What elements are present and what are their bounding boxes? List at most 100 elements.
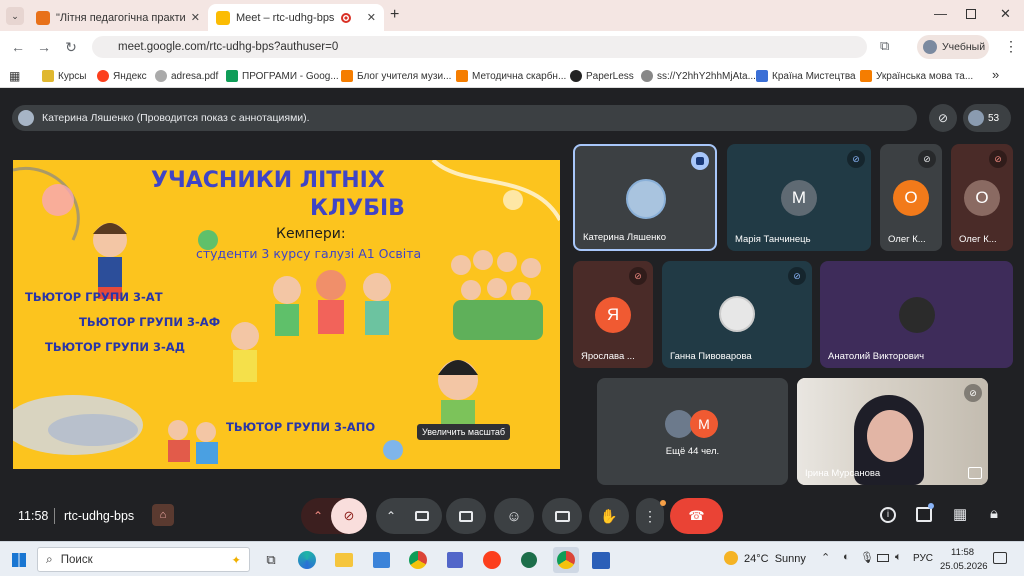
bookmark-item[interactable]: Яндекс bbox=[97, 68, 147, 84]
notifications-icon[interactable] bbox=[993, 552, 1007, 564]
bookmark-item[interactable]: ss://Y2hhY2hhMjAta... bbox=[641, 68, 756, 84]
camera-toggle-button[interactable] bbox=[404, 498, 440, 534]
participant-tile-anatolii[interactable]: Анатолий Викторович bbox=[820, 261, 1013, 368]
meet-stage: Катерина Ляшенко (Проводится показ с анн… bbox=[0, 89, 1024, 540]
menu-icon[interactable]: ⋮ bbox=[1004, 38, 1018, 55]
search-highlight-icon: ✦ bbox=[231, 554, 241, 567]
bookmark-item[interactable]: ПРОГРАМИ - Goog... bbox=[226, 68, 339, 84]
host-controls-icon[interactable]: ⌂ bbox=[152, 504, 174, 526]
save-app-icon[interactable] bbox=[444, 549, 466, 571]
participant-name: Ярослава ... bbox=[581, 351, 635, 362]
microphone-icon[interactable]: 🎙︎ bbox=[860, 551, 874, 564]
mic-off-icon: ⊘ bbox=[788, 267, 806, 285]
taskbar-search[interactable]: ⌕ Поиск ✦ bbox=[37, 547, 250, 572]
globe-icon bbox=[641, 70, 653, 82]
clock-time[interactable]: 11:58 bbox=[951, 547, 974, 558]
notification-dot bbox=[928, 503, 934, 509]
edge-icon[interactable] bbox=[296, 549, 318, 571]
bookmark-item[interactable]: Країна Мистецтва bbox=[756, 68, 856, 84]
chat-icon[interactable] bbox=[916, 507, 932, 522]
blogger-icon bbox=[341, 70, 353, 82]
activities-icon[interactable]: ▦ bbox=[953, 505, 967, 523]
network-icon[interactable]: ◐ bbox=[843, 551, 850, 563]
mic-off-icon: ⊘ bbox=[989, 150, 1007, 168]
close-icon[interactable]: ✕ bbox=[191, 11, 200, 24]
participant-tile-iryna[interactable]: ⊘ Ірина Мурсанова bbox=[797, 378, 988, 485]
people-icon bbox=[968, 110, 984, 126]
avatar bbox=[923, 40, 937, 54]
info-icon[interactable]: i bbox=[880, 507, 896, 523]
avatar bbox=[719, 296, 755, 332]
back-icon[interactable]: ← bbox=[10, 39, 26, 55]
volume-icon[interactable]: 🔈︎ bbox=[895, 551, 902, 564]
tab-bar: ⌄ "Літня педагогічна практика 2 ✕ Meet –… bbox=[0, 0, 1024, 31]
participant-tile-hanna[interactable]: ⊘ Ганна Пивоварова bbox=[662, 261, 812, 368]
mic-off-icon: ⊘ bbox=[629, 267, 647, 285]
bookmark-item[interactable]: Українська мова та... bbox=[860, 68, 973, 84]
bookmark-item[interactable]: Курсы bbox=[42, 68, 86, 84]
presenter-bar[interactable]: Катерина Ляшенко (Проводится показ с анн… bbox=[12, 105, 917, 131]
participant-tile-yaroslava[interactable]: Я ⊘ Ярослава ... bbox=[573, 261, 653, 368]
participant-name: Олег К... bbox=[888, 234, 926, 245]
apps-icon[interactable]: ▦ bbox=[9, 69, 20, 83]
close-icon[interactable]: ✕ bbox=[367, 11, 376, 24]
raise-hand-button[interactable]: ✋ bbox=[589, 498, 629, 534]
participant-tile-oleh-1[interactable]: О ⊘ Олег К... bbox=[880, 144, 942, 251]
search-icon: ⌕ bbox=[46, 552, 53, 566]
presenter-text: Катерина Ляшенко (Проводится показ с анн… bbox=[42, 112, 310, 124]
windows-start-icon[interactable] bbox=[8, 549, 30, 571]
hide-annotations-button[interactable]: ⊘ bbox=[929, 104, 957, 132]
globe-icon bbox=[155, 70, 167, 82]
slide-tutor-3apo: ТЬЮТОР ГРУПИ 3-АПО bbox=[226, 420, 376, 434]
participants-button[interactable]: 53 bbox=[963, 104, 1011, 132]
tab-meet[interactable]: Meet – rtc-udhg-bps ✕ bbox=[208, 4, 384, 31]
more-bookmarks-icon[interactable]: » bbox=[992, 67, 999, 82]
address-bar[interactable]: meet.google.com/rtc-udhg-bps?authuser=0 bbox=[92, 36, 867, 58]
language-indicator[interactable]: РУС bbox=[913, 553, 933, 564]
bookmark-item[interactable]: adresa.pdf bbox=[155, 68, 218, 84]
captions-button[interactable] bbox=[542, 498, 582, 534]
reactions-button[interactable]: ☺ bbox=[494, 498, 534, 534]
host-lock-icon[interactable]: 🔒︎ bbox=[990, 505, 998, 522]
weather-text[interactable]: 24°C Sunny bbox=[744, 553, 806, 565]
yandex-browser-icon[interactable] bbox=[481, 549, 503, 571]
sheets-icon bbox=[226, 70, 238, 82]
avatar: О bbox=[964, 180, 1000, 216]
captions-icon bbox=[554, 510, 570, 522]
profile-button[interactable]: Учебный bbox=[917, 35, 989, 59]
avatar: М bbox=[690, 410, 718, 438]
others-tile[interactable]: М Ещё 44 чел. bbox=[597, 378, 788, 485]
pin-icon[interactable] bbox=[968, 467, 982, 479]
battery-icon[interactable] bbox=[877, 554, 889, 562]
forward-icon[interactable]: → bbox=[36, 39, 52, 55]
bookmark-item[interactable]: Методична скарбн... bbox=[456, 68, 566, 84]
chrome-icon[interactable] bbox=[407, 549, 429, 571]
participant-tile-oleh-2[interactable]: О ⊘ Олег К... bbox=[951, 144, 1013, 251]
bookmark-item[interactable]: PaperLess bbox=[570, 68, 634, 84]
mic-toggle-button[interactable]: ⊘ bbox=[331, 498, 367, 534]
tab-practice[interactable]: "Літня педагогічна практика 2 ✕ bbox=[28, 4, 208, 31]
end-call-button[interactable]: ☎ bbox=[670, 498, 723, 534]
chrome-active-icon[interactable] bbox=[553, 547, 579, 573]
new-tab-button[interactable]: + bbox=[390, 6, 399, 24]
minimize-icon[interactable]: — bbox=[934, 6, 947, 21]
bookmark-item[interactable]: Блог учителя музи... bbox=[341, 68, 451, 84]
participant-tile-kateryna[interactable]: Катерина Ляшенко bbox=[573, 144, 717, 251]
tab-search-button[interactable]: ⌄ bbox=[6, 7, 24, 25]
app-icon[interactable] bbox=[518, 549, 540, 571]
restore-icon[interactable] bbox=[966, 9, 976, 19]
clock-date[interactable]: 25.05.2026 bbox=[940, 561, 988, 572]
store-icon[interactable] bbox=[370, 549, 392, 571]
word-icon[interactable] bbox=[590, 549, 612, 571]
participant-name: Марія Танчинець bbox=[735, 234, 811, 245]
present-button[interactable] bbox=[446, 498, 486, 534]
tray-chevron-icon[interactable]: ⌃ bbox=[821, 551, 830, 564]
reload-icon[interactable]: ↻ bbox=[63, 39, 79, 55]
task-view-icon[interactable]: ⧉ bbox=[260, 549, 282, 571]
extensions-icon[interactable]: ⧉ bbox=[880, 38, 889, 54]
slide-tutor-3at: ТЬЮТОР ГРУПИ 3-АТ bbox=[25, 290, 163, 304]
close-window-icon[interactable]: ✕ bbox=[1000, 6, 1011, 22]
participant-tile-mariia[interactable]: М ⊘ Марія Танчинець bbox=[727, 144, 871, 251]
file-explorer-icon[interactable] bbox=[333, 549, 355, 571]
recording-icon bbox=[340, 12, 351, 23]
